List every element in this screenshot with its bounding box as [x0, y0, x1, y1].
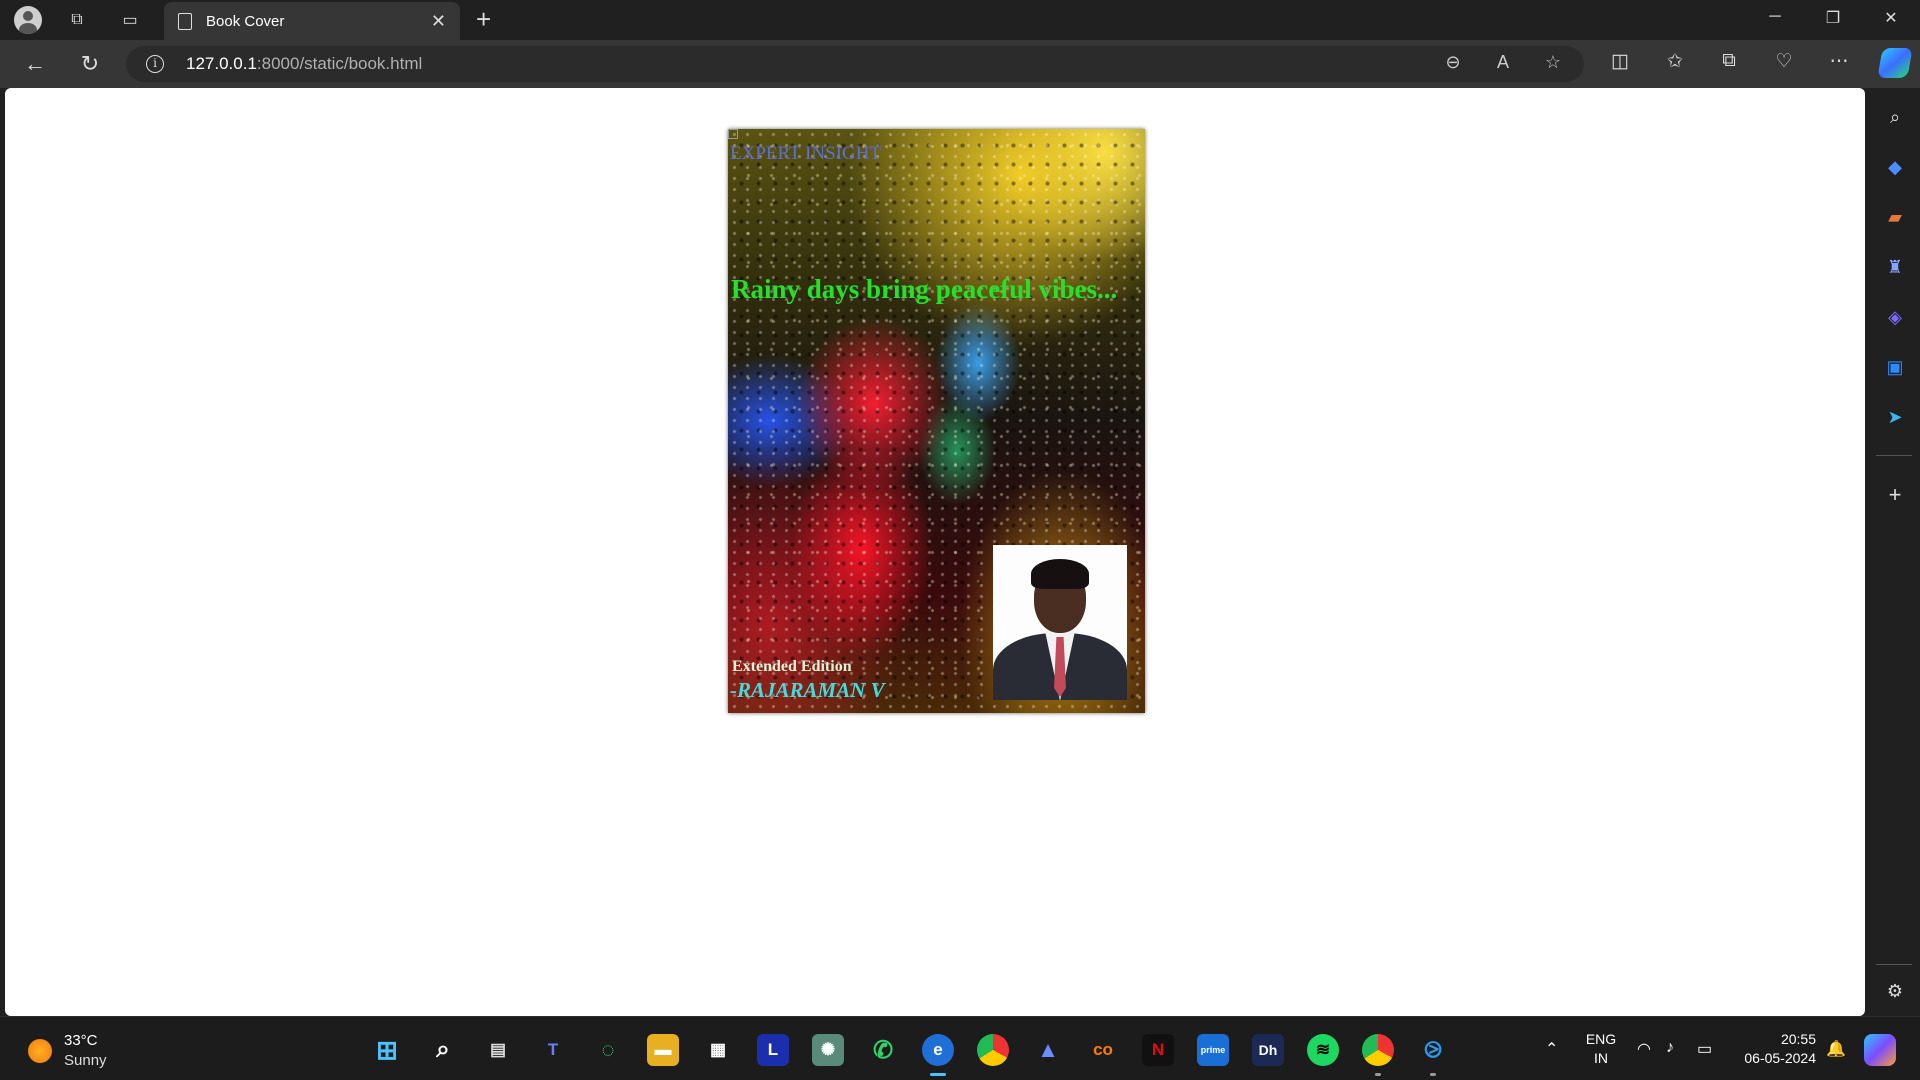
site-info-icon[interactable]: i: [146, 55, 164, 73]
spotify-icon[interactable]: ≋: [1307, 1034, 1339, 1066]
teams-icon[interactable]: T: [537, 1034, 569, 1066]
page-viewport: EXPERT INSIGHT Rainy days bring peaceful…: [5, 88, 1865, 1016]
add-icon[interactable]: +: [1882, 482, 1908, 508]
collections-icon[interactable]: ⧉: [1714, 50, 1744, 78]
alpha-app-icon[interactable]: ▲: [1032, 1034, 1064, 1066]
search-icon[interactable]: ⌕: [1882, 104, 1908, 130]
volume-icon[interactable]: ♪: [1666, 1039, 1674, 1057]
url-host: 127.0.0.1: [186, 54, 257, 73]
games-icon[interactable]: ♜: [1882, 254, 1908, 280]
prime-video-icon[interactable]: prime: [1197, 1034, 1229, 1066]
chrome-alt-icon[interactable]: [1362, 1034, 1394, 1066]
outlook-icon[interactable]: ▣: [1882, 354, 1908, 380]
chevron-up-icon[interactable]: ⌃: [1545, 1039, 1558, 1059]
zoom-out-icon[interactable]: ⊖: [1440, 52, 1466, 76]
favorites-icon[interactable]: ✩: [1660, 50, 1690, 78]
author-photo: [993, 545, 1127, 700]
taskbar: 33°C Sunny ⊞ ⌕ ▤ T ◌ ▬ ▦ L ✺ ✆ e ▲ co N …: [0, 1016, 1920, 1080]
book-cover: EXPERT INSIGHT Rainy days bring peaceful…: [728, 129, 1145, 713]
new-tab-button[interactable]: +: [476, 4, 491, 35]
tab-book-cover[interactable]: Book Cover ✕: [164, 2, 460, 40]
edge-icon[interactable]: e: [922, 1034, 954, 1066]
broken-image-icon: [728, 129, 738, 139]
clock-time[interactable]: 20:55: [1736, 1031, 1816, 1047]
chatgpt-icon[interactable]: ✺: [812, 1034, 844, 1066]
sidebar-divider: [1876, 455, 1912, 456]
start-icon[interactable]: ⊞: [371, 1034, 403, 1066]
restore-button[interactable]: ❐: [1810, 8, 1856, 28]
read-aloud-icon[interactable]: A: [1490, 52, 1516, 76]
netflix-icon[interactable]: N: [1142, 1034, 1174, 1066]
tab-actions-icon[interactable]: ▭: [116, 6, 144, 34]
book-tagline: Rainy days bring peaceful vibes...: [731, 274, 1118, 304]
search-icon[interactable]: ⌕: [427, 1034, 459, 1066]
chrome-open-indicator: [1375, 1073, 1381, 1076]
dh-app-icon[interactable]: Dh: [1252, 1034, 1284, 1066]
split-screen-icon[interactable]: ◫: [1605, 50, 1635, 78]
browser-essentials-icon[interactable]: ♡: [1769, 50, 1799, 78]
microsoft-365-icon[interactable]: ◈: [1882, 304, 1908, 330]
telegram-icon[interactable]: ➤: [1882, 404, 1908, 430]
weather-condition[interactable]: Sunny: [64, 1052, 107, 1069]
vscode-open-indicator: [1430, 1073, 1436, 1076]
weather-temperature[interactable]: 33°C: [64, 1032, 98, 1049]
language-code[interactable]: ENG: [1583, 1031, 1619, 1047]
chrome-icon[interactable]: [977, 1034, 1009, 1066]
sidebar-divider-bottom: [1876, 964, 1912, 965]
l-app-icon[interactable]: L: [757, 1034, 789, 1066]
copilot-taskbar-icon[interactable]: [1864, 1034, 1896, 1066]
copilot-ring-icon[interactable]: ◌: [592, 1034, 624, 1066]
vscode-icon[interactable]: ⧁: [1417, 1034, 1449, 1066]
edition-label: Extended Edition: [732, 658, 852, 675]
settings-icon[interactable]: ⚙: [1882, 978, 1908, 1004]
close-tab-icon[interactable]: ✕: [431, 11, 446, 32]
workspaces-icon[interactable]: ⧉: [63, 6, 91, 34]
publisher-label: EXPERT INSIGHT: [730, 143, 882, 164]
favorite-star-icon[interactable]: ☆: [1540, 52, 1566, 76]
author-name: -RAJARAMAN V: [730, 678, 885, 702]
coursera-icon[interactable]: co: [1087, 1034, 1119, 1066]
tools-icon[interactable]: ▰: [1882, 204, 1908, 230]
title-bar: ⧉ ▭ Book Cover ✕ + ─ ❐ ✕: [0, 0, 1920, 40]
sun-icon[interactable]: [28, 1039, 52, 1063]
clock-date[interactable]: 06-05-2024: [1732, 1050, 1816, 1066]
whatsapp-icon[interactable]: ✆: [867, 1034, 899, 1066]
tab-title: Book Cover: [206, 12, 285, 30]
notification-bell-icon[interactable]: 🔔: [1826, 1039, 1846, 1059]
address-bar[interactable]: i 127.0.0.1:8000/static/book.html ⊖ A ☆: [126, 46, 1584, 82]
minimize-button[interactable]: ─: [1752, 8, 1798, 26]
url-text[interactable]: 127.0.0.1:8000/static/book.html: [186, 54, 422, 74]
edge-active-indicator: [930, 1073, 946, 1076]
battery-icon[interactable]: ▭: [1697, 1039, 1712, 1059]
back-button[interactable]: ←: [20, 50, 50, 78]
url-path: :8000/static/book.html: [256, 54, 423, 73]
page-icon: [178, 12, 192, 30]
close-window-button[interactable]: ✕: [1868, 8, 1914, 28]
edge-sidebar: ⌕ ◆ ▰ ♜ ◈ ▣ ➤ + ⚙: [1870, 88, 1920, 1016]
wifi-icon[interactable]: ◠: [1637, 1039, 1651, 1059]
refresh-button[interactable]: ↻: [75, 50, 105, 78]
task-view-icon[interactable]: ▤: [482, 1034, 514, 1066]
copilot-icon[interactable]: [1877, 48, 1913, 78]
store-icon[interactable]: ▦: [702, 1034, 734, 1066]
language-region[interactable]: IN: [1583, 1050, 1619, 1066]
more-icon[interactable]: ⋯: [1824, 50, 1854, 78]
file-explorer-icon[interactable]: ▬: [647, 1034, 679, 1066]
profile-icon[interactable]: [14, 6, 42, 34]
shopping-icon[interactable]: ◆: [1882, 154, 1908, 180]
